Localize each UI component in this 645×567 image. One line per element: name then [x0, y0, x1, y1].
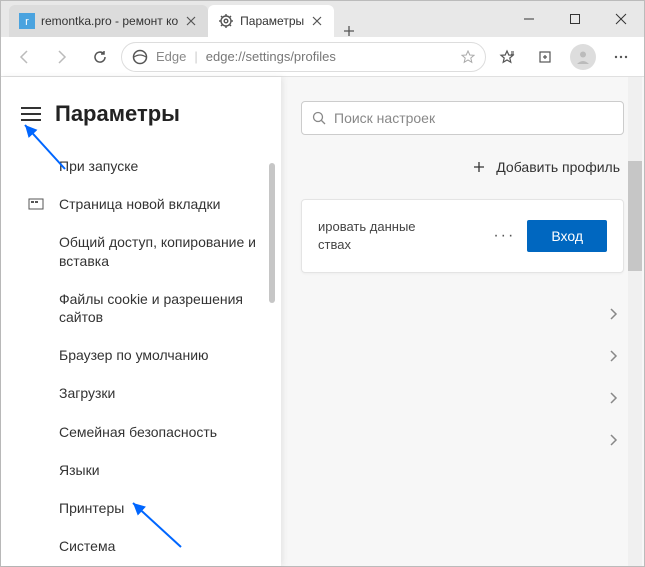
hamburger-icon[interactable]	[21, 107, 41, 121]
content-area: Поиск настроек Добавить профиль ировать …	[1, 77, 644, 566]
separator: |	[194, 49, 197, 64]
add-profile-label: Добавить профиль	[496, 159, 620, 175]
sidebar-item-family[interactable]: Семейная безопасность	[1, 413, 281, 451]
close-icon[interactable]	[184, 14, 198, 28]
new-tab-button[interactable]	[334, 25, 364, 37]
avatar-icon	[570, 44, 596, 70]
sidebar-item-default-browser[interactable]: Браузер по умолчанию	[1, 336, 281, 374]
sidebar-header: Параметры	[1, 77, 281, 139]
edge-label: Edge	[156, 49, 186, 64]
back-button[interactable]	[7, 41, 41, 73]
tab-settings[interactable]: Параметры	[208, 5, 334, 37]
edge-logo-icon	[132, 49, 148, 65]
tab-label: remontka.pro - ремонт ко	[41, 14, 178, 28]
sync-description: ировать данные ствах	[318, 218, 481, 254]
sidebar-item-reset[interactable]: Сбросить настройки	[1, 565, 281, 566]
chevron-right-icon	[608, 391, 618, 405]
sync-card: ировать данные ствах ··· Вход	[301, 199, 624, 273]
add-profile-button[interactable]: Добавить профиль	[301, 155, 624, 179]
favicon-remontka: r	[19, 13, 35, 29]
profile-rows	[301, 293, 624, 461]
chevron-right-icon	[608, 433, 618, 447]
more-icon[interactable]: ···	[493, 227, 515, 245]
svg-text:r: r	[25, 16, 29, 28]
close-window-button[interactable]	[598, 1, 644, 37]
list-item[interactable]	[301, 377, 624, 419]
list-item[interactable]	[301, 335, 624, 377]
tab-label: Параметры	[240, 14, 304, 28]
plus-icon	[472, 160, 486, 174]
settings-sidebar: Параметры При запуске Страница новой вкл…	[1, 77, 281, 566]
settings-search[interactable]: Поиск настроек	[301, 101, 624, 135]
close-icon[interactable]	[310, 14, 324, 28]
forward-button[interactable]	[45, 41, 79, 73]
favorites-button[interactable]	[490, 41, 524, 73]
chevron-right-icon	[608, 349, 618, 363]
list-item[interactable]	[301, 293, 624, 335]
main-scrollbar-track[interactable]	[628, 77, 642, 566]
sidebar-item-printers[interactable]: Принтеры	[1, 489, 281, 527]
chevron-right-icon	[608, 307, 618, 321]
gear-icon	[218, 13, 234, 29]
sidebar-item-newtab[interactable]: Страница новой вкладки	[1, 185, 281, 223]
main-scrollbar-thumb[interactable]	[628, 161, 642, 271]
maximize-button[interactable]	[552, 1, 598, 37]
list-item[interactable]	[301, 419, 624, 461]
menu-button[interactable]	[604, 41, 638, 73]
window-controls	[506, 1, 644, 37]
address-bar[interactable]: Edge | edge://settings/profiles	[121, 42, 486, 72]
search-placeholder: Поиск настроек	[334, 110, 435, 126]
search-icon	[312, 111, 326, 125]
sidebar-item-system[interactable]: Система	[1, 527, 281, 565]
minimize-button[interactable]	[506, 1, 552, 37]
favorite-icon[interactable]	[461, 50, 475, 64]
tab-remontka[interactable]: r remontka.pro - ремонт ко	[9, 5, 208, 37]
sidebar-scrollbar-thumb[interactable]	[269, 163, 275, 303]
newtab-icon	[27, 198, 45, 210]
refresh-button[interactable]	[83, 41, 117, 73]
tabs: r remontka.pro - ремонт ко Параметры	[1, 1, 506, 37]
sidebar-item-cookies[interactable]: Файлы cookie и разрешения сайтов	[1, 280, 281, 336]
titlebar: r remontka.pro - ремонт ко Параметры	[1, 1, 644, 37]
url-text: edge://settings/profiles	[206, 49, 453, 64]
main-panel: Поиск настроек Добавить профиль ировать …	[281, 77, 644, 566]
sidebar-item-languages[interactable]: Языки	[1, 451, 281, 489]
toolbar: Edge | edge://settings/profiles	[1, 37, 644, 77]
signin-button[interactable]: Вход	[527, 220, 607, 252]
collections-button[interactable]	[528, 41, 562, 73]
sidebar-item-downloads[interactable]: Загрузки	[1, 374, 281, 412]
profile-button[interactable]	[566, 41, 600, 73]
sidebar-title: Параметры	[55, 101, 180, 127]
sidebar-item-startup[interactable]: При запуске	[1, 147, 281, 185]
sidebar-list: При запуске Страница новой вкладки Общий…	[1, 139, 281, 566]
sidebar-item-share[interactable]: Общий доступ, копирование и вставка	[1, 223, 281, 279]
